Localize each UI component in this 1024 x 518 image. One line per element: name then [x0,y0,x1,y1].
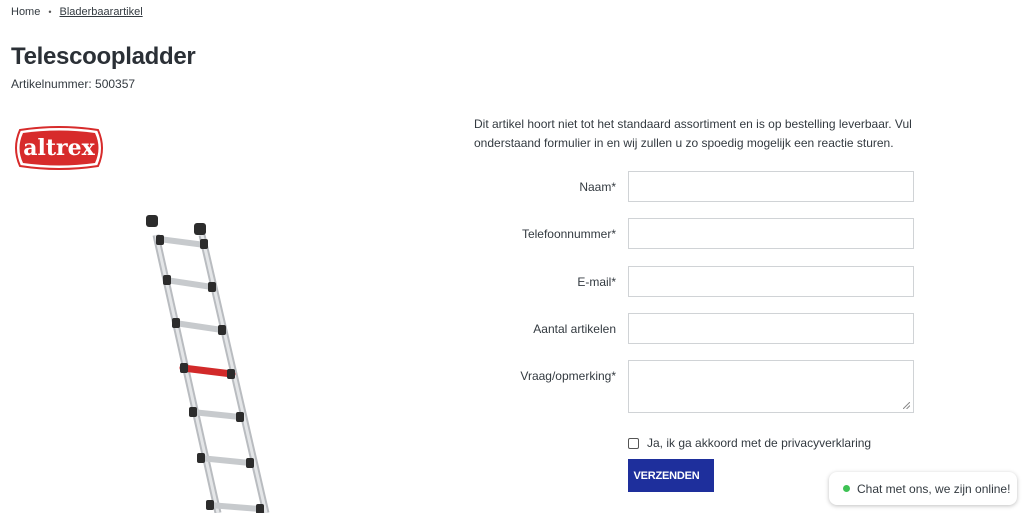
privacy-label: Ja, ik ga akkoord met de privacyverklari… [647,436,872,450]
brand-logo: altrex [12,126,106,170]
name-label: Naam* [579,180,616,194]
question-label: Vraag/opmerking* [520,369,616,383]
quantity-label: Aantal artikelen [533,322,616,336]
breadcrumb-home-link[interactable]: Home [11,6,40,18]
page-title: Telescoopladder [11,43,196,70]
brand-logo-text: altrex [23,135,95,161]
email-input[interactable] [628,266,914,297]
quantity-input[interactable] [628,313,914,344]
breadcrumb: Home • Bladerbaarartikel [11,6,143,18]
submit-label: VERZENDEN [633,469,700,482]
breadcrumb-separator: • [48,7,52,17]
article-number: Artikelnummer: 500357 [11,77,136,91]
phone-label: Telefoonnummer* [521,227,616,241]
phone-input[interactable] [628,218,914,249]
chat-widget[interactable]: Chat met ons, we zijn online! [829,472,1017,505]
question-textarea[interactable] [628,360,914,413]
breadcrumb-current-link[interactable]: Bladerbaarartikel [60,6,143,18]
chat-label: Chat met ons, we zijn online! [857,481,1011,496]
online-status-icon [843,485,850,492]
name-input[interactable] [628,171,914,202]
product-image [120,205,290,518]
privacy-consent: Ja, ik ga akkoord met de privacyverklari… [628,436,871,450]
resize-grip-icon[interactable] [903,402,910,409]
telescopic-ladder-image [146,215,270,514]
form-intro-text: Dit artikel hoort niet tot het standaard… [474,117,912,150]
privacy-checkbox[interactable] [628,437,639,449]
email-label: E-mail* [577,275,616,289]
submit-button[interactable]: VERZENDEN [628,459,714,492]
